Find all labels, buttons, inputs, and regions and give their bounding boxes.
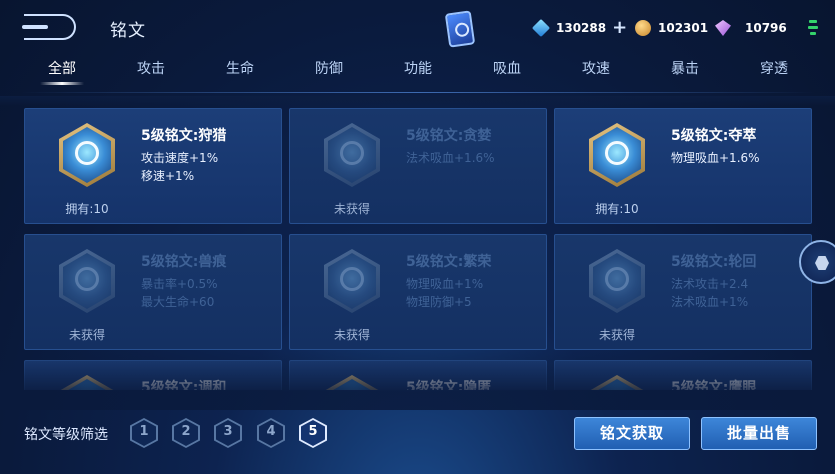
level-filter-2[interactable]: 2 bbox=[172, 418, 200, 448]
inscription-stat: 物理防御+5 bbox=[406, 295, 472, 309]
hexagon-icon bbox=[815, 256, 829, 270]
locked-status: 未获得 bbox=[333, 202, 370, 216]
tab-all[interactable]: 全部 bbox=[27, 58, 97, 78]
back-button[interactable] bbox=[22, 14, 76, 40]
level-number: 1 bbox=[139, 424, 149, 439]
tab-lifesteal[interactable]: 吸血 bbox=[472, 58, 542, 78]
level-filter-1[interactable]: 1 bbox=[130, 418, 158, 448]
tab-divider bbox=[20, 92, 815, 93]
inscription-name: 5级铭文:兽痕 bbox=[141, 254, 227, 270]
inscription-name: 5级铭文:贪婪 bbox=[406, 128, 492, 144]
tab-utility[interactable]: 功能 bbox=[383, 58, 453, 78]
grid-top-fade bbox=[0, 96, 835, 106]
inscription-card[interactable]: 未获得 5级铭文:轮回 法术攻击+2.4 法术吸血+1% bbox=[554, 234, 812, 350]
owned-count: 拥有:10 bbox=[595, 202, 639, 216]
inscription-stat: 法术吸血+1% bbox=[671, 295, 749, 309]
acquire-inscription-button[interactable]: 铭文获取 bbox=[574, 417, 690, 450]
crystal-currency: 130288 + bbox=[531, 17, 627, 39]
owned-count: 拥有:10 bbox=[65, 202, 109, 216]
level-number: 4 bbox=[266, 424, 276, 439]
tab-attack[interactable]: 攻击 bbox=[116, 58, 186, 78]
crystal-amount: 130288 bbox=[556, 21, 607, 35]
tab-penetration[interactable]: 穿透 bbox=[739, 58, 809, 78]
level-number: 3 bbox=[223, 424, 233, 439]
diamond-currency: 10796 bbox=[715, 17, 787, 39]
inscription-card[interactable]: 5级铭文:隐匿 bbox=[289, 360, 547, 390]
inscription-grid: 拥有:10 5级铭文:狩猎 攻击速度+1% 移速+1% 未获得 5级铭文:贪婪 … bbox=[0, 96, 835, 390]
inscription-stat: 法术攻击+2.4 bbox=[671, 277, 749, 291]
level-filter-3[interactable]: 3 bbox=[214, 418, 242, 448]
inscription-stat: 法术吸血+1.6% bbox=[406, 151, 495, 165]
harmony-rune-icon bbox=[59, 375, 115, 390]
tab-attack-speed[interactable]: 攻速 bbox=[561, 58, 631, 78]
inscription-card[interactable]: 拥有:10 5级铭文:狩猎 攻击速度+1% 移速+1% bbox=[24, 108, 282, 224]
inscription-stat: 最大生命+60 bbox=[141, 295, 215, 309]
diamond-gem-icon bbox=[715, 20, 731, 36]
inscription-name: 5级铭文:狩猎 bbox=[141, 128, 227, 144]
rune-card-icon[interactable] bbox=[444, 10, 476, 48]
side-panel-handle[interactable] bbox=[799, 240, 835, 284]
gold-amount: 102301 bbox=[658, 21, 709, 35]
inscription-stat: 物理吸血+1.6% bbox=[671, 151, 760, 165]
inscription-card[interactable]: 5级铭文:鹰眼 bbox=[554, 360, 812, 390]
inscription-card[interactable]: 未获得 5级铭文:兽痕 暴击率+0.5% 最大生命+60 bbox=[24, 234, 282, 350]
level-number: 2 bbox=[181, 424, 191, 439]
inscription-card[interactable]: 未获得 5级铭文:贪婪 法术吸血+1.6% bbox=[289, 108, 547, 224]
active-tab-indicator bbox=[40, 82, 84, 85]
inscription-card[interactable]: 未获得 5级铭文:繁荣 物理吸血+1% 物理防御+5 bbox=[289, 234, 547, 350]
beast-mark-rune-icon bbox=[59, 249, 115, 313]
inscription-card[interactable]: 5级铭文:调和 bbox=[24, 360, 282, 390]
inscription-stat: 暴击率+0.5% bbox=[141, 277, 218, 291]
tab-health[interactable]: 生命 bbox=[205, 58, 275, 78]
inscription-name: 5级铭文:鹰眼 bbox=[671, 380, 757, 390]
inscription-stat: 移速+1% bbox=[141, 169, 195, 183]
inscription-name: 5级铭文:繁荣 bbox=[406, 254, 492, 270]
page-title: 铭文 bbox=[110, 21, 146, 41]
wifi-signal-icon bbox=[806, 18, 820, 38]
hawk-eye-rune-icon bbox=[589, 375, 645, 390]
inscription-name: 5级铭文:调和 bbox=[141, 380, 227, 390]
greed-rune-icon bbox=[324, 123, 380, 187]
gold-currency: 102301 bbox=[635, 17, 708, 39]
level-number: 5 bbox=[308, 424, 318, 439]
locked-status: 未获得 bbox=[598, 328, 635, 342]
inscription-stat: 物理吸血+1% bbox=[406, 277, 484, 291]
inscription-name: 5级铭文:隐匿 bbox=[406, 380, 492, 390]
plunder-rune-icon bbox=[589, 123, 645, 187]
diamond-amount: 10796 bbox=[745, 21, 787, 35]
top-bar: 铭文 130288 + 102301 10796 bbox=[0, 0, 835, 56]
add-crystal-button[interactable]: + bbox=[612, 19, 627, 37]
prosperity-rune-icon bbox=[324, 249, 380, 313]
tab-defense[interactable]: 防御 bbox=[294, 58, 364, 78]
level-filter-label: 铭文等级筛选 bbox=[24, 427, 108, 443]
tab-critical[interactable]: 暴击 bbox=[650, 58, 720, 78]
category-tabs: 全部 攻击 生命 防御 功能 吸血 攻速 暴击 穿透 bbox=[0, 58, 835, 90]
bulk-sell-button[interactable]: 批量出售 bbox=[701, 417, 817, 450]
crystal-icon bbox=[531, 18, 551, 38]
stealth-rune-icon bbox=[324, 375, 380, 390]
inscription-name: 5级铭文:夺萃 bbox=[671, 128, 757, 144]
level-filter-4[interactable]: 4 bbox=[257, 418, 285, 448]
inscription-stat: 攻击速度+1% bbox=[141, 151, 219, 165]
locked-status: 未获得 bbox=[68, 328, 105, 342]
reincarnation-rune-icon bbox=[589, 249, 645, 313]
gold-coin-icon bbox=[635, 20, 651, 36]
inscription-name: 5级铭文:轮回 bbox=[671, 254, 757, 270]
hunting-rune-icon bbox=[59, 123, 115, 187]
inscription-card[interactable]: 拥有:10 5级铭文:夺萃 物理吸血+1.6% bbox=[554, 108, 812, 224]
locked-status: 未获得 bbox=[333, 328, 370, 342]
level-filter-5[interactable]: 5 bbox=[299, 418, 327, 448]
